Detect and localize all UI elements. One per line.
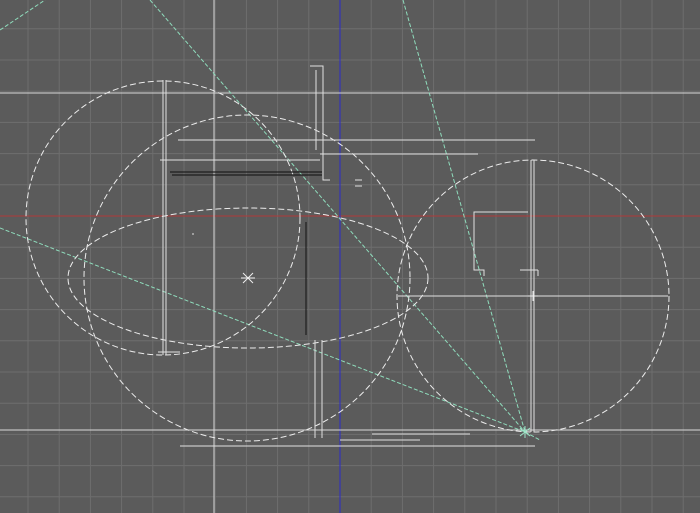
construction-rays xyxy=(0,0,541,441)
reference-lines xyxy=(0,0,700,513)
wireframe-circles xyxy=(25,80,670,442)
x-cross-icon[interactable] xyxy=(241,272,255,284)
viewport-canvas[interactable] xyxy=(0,0,700,513)
viewport-top[interactable] xyxy=(0,0,700,513)
wireframe-lines xyxy=(158,65,668,447)
plus-pivot-icon[interactable] xyxy=(528,291,538,301)
grid xyxy=(0,0,700,513)
